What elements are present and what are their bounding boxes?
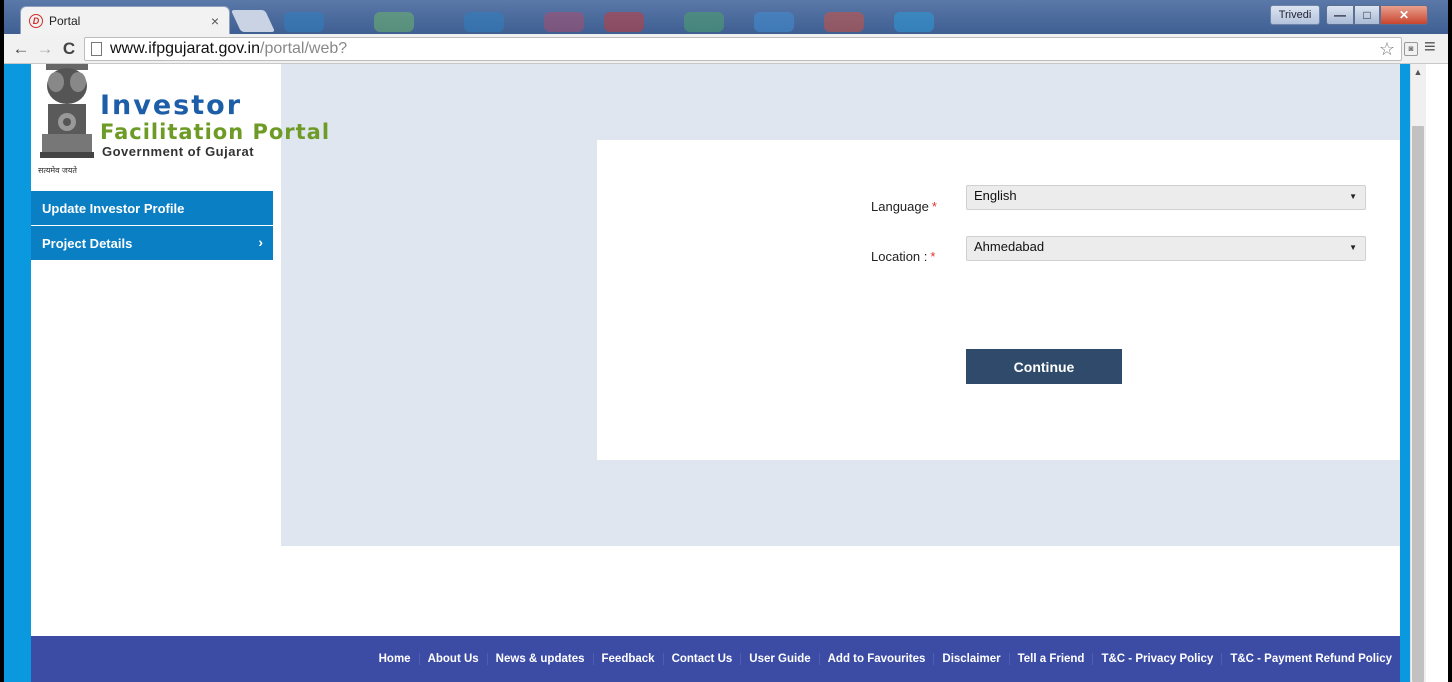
url-path: /portal/web? bbox=[260, 40, 348, 57]
footer-link-news[interactable]: News & updates bbox=[486, 653, 593, 665]
scroll-up-arrow-icon[interactable]: ▲ bbox=[1410, 64, 1426, 80]
footer-link-favourites[interactable]: Add to Favourites bbox=[818, 653, 934, 665]
dropdown-arrow-icon: ▼ bbox=[1349, 243, 1357, 252]
maximize-icon[interactable]: □ bbox=[1354, 5, 1380, 25]
language-select[interactable]: English ▼ bbox=[966, 185, 1366, 210]
extension-icon[interactable]: ◙ bbox=[1404, 42, 1418, 56]
page-icon bbox=[91, 42, 102, 56]
forward-arrow-icon[interactable]: → bbox=[34, 37, 56, 61]
new-tab-button[interactable] bbox=[230, 10, 276, 32]
window-margin bbox=[1426, 64, 1448, 682]
footer-nav: Home About Us News & updates Feedback Co… bbox=[31, 636, 1410, 682]
back-arrow-icon[interactable]: ← bbox=[10, 37, 32, 61]
page-viewport: Language * English ▼ Location : * Ahmedaba… bbox=[4, 64, 1448, 682]
tab-title: Portal bbox=[49, 13, 81, 28]
footer-link-privacy[interactable]: T&C - Privacy Policy bbox=[1092, 653, 1221, 665]
footer-link-contact[interactable]: Contact Us bbox=[662, 653, 741, 665]
ifp-logo-icon: D bbox=[29, 13, 43, 28]
chevron-right-icon: › bbox=[258, 234, 263, 250]
logo-subtitle: Facilitation Portal bbox=[100, 120, 331, 144]
logo-title: Investor bbox=[100, 90, 243, 121]
close-window-icon[interactable]: ✕ bbox=[1380, 5, 1428, 25]
browser-window: D Portal × Trivedi — □ ✕ ← → C www.ifpgu… bbox=[4, 0, 1448, 682]
scrollbar-thumb[interactable] bbox=[1412, 126, 1424, 682]
logo-motto: सत्यमेव जयते bbox=[38, 166, 77, 175]
required-marker: * bbox=[931, 199, 937, 214]
background-taskbar bbox=[284, 10, 964, 34]
close-tab-icon[interactable]: × bbox=[211, 13, 219, 29]
continue-button[interactable]: Continue bbox=[966, 349, 1122, 384]
sidebar-item-project-details[interactable]: Project Details › bbox=[31, 226, 273, 260]
location-value: Ahmedabad bbox=[974, 239, 1045, 254]
dropdown-arrow-icon: ▼ bbox=[1349, 192, 1357, 201]
language-label: Language * bbox=[871, 199, 937, 214]
main-panel: Language * English ▼ Location : * Ahmedaba… bbox=[281, 64, 1448, 546]
footer-link-tell-friend[interactable]: Tell a Friend bbox=[1008, 653, 1093, 665]
footer-link-refund[interactable]: T&C - Payment Refund Policy bbox=[1221, 653, 1400, 665]
profile-button[interactable]: Trivedi bbox=[1270, 5, 1320, 25]
sidebar-item-update-profile[interactable]: Update Investor Profile bbox=[31, 191, 273, 225]
address-bar[interactable]: www.ifpgujarat.gov.in/portal/web? ☆ bbox=[84, 37, 1402, 61]
language-value: English bbox=[974, 188, 1017, 203]
browser-toolbar: ← → C www.ifpgujarat.gov.in/portal/web? … bbox=[4, 34, 1448, 64]
footer-link-disclaimer[interactable]: Disclaimer bbox=[933, 653, 1008, 665]
footer-link-feedback[interactable]: Feedback bbox=[592, 653, 663, 665]
browser-tab[interactable]: D Portal × bbox=[20, 6, 230, 34]
reload-icon[interactable]: C bbox=[58, 37, 80, 61]
location-select[interactable]: Ahmedabad ▼ bbox=[966, 236, 1366, 261]
sidebar-item-label: Update Investor Profile bbox=[42, 200, 185, 216]
left-accent-bar bbox=[4, 64, 31, 682]
footer-link-home[interactable]: Home bbox=[371, 653, 419, 665]
right-accent-bar bbox=[1400, 64, 1410, 682]
minimize-icon[interactable]: — bbox=[1326, 5, 1354, 25]
form-card: Language * English ▼ Location : * Ahmedaba… bbox=[597, 140, 1448, 460]
footer-link-about[interactable]: About Us bbox=[418, 653, 487, 665]
logo-government: Government of Gujarat bbox=[102, 144, 255, 159]
url-host: www.ifpgujarat.gov.in bbox=[110, 40, 260, 57]
sidebar-item-label: Project Details bbox=[42, 235, 133, 251]
required-marker: * bbox=[930, 249, 936, 264]
footer-link-user-guide[interactable]: User Guide bbox=[740, 653, 818, 665]
title-bar: D Portal × Trivedi — □ ✕ bbox=[4, 0, 1448, 34]
location-label: Location : * bbox=[871, 249, 936, 264]
ashoka-emblem-icon bbox=[40, 64, 94, 158]
hamburger-menu-icon[interactable]: ≡ bbox=[1424, 36, 1436, 59]
bookmark-star-icon[interactable]: ☆ bbox=[1379, 39, 1395, 60]
